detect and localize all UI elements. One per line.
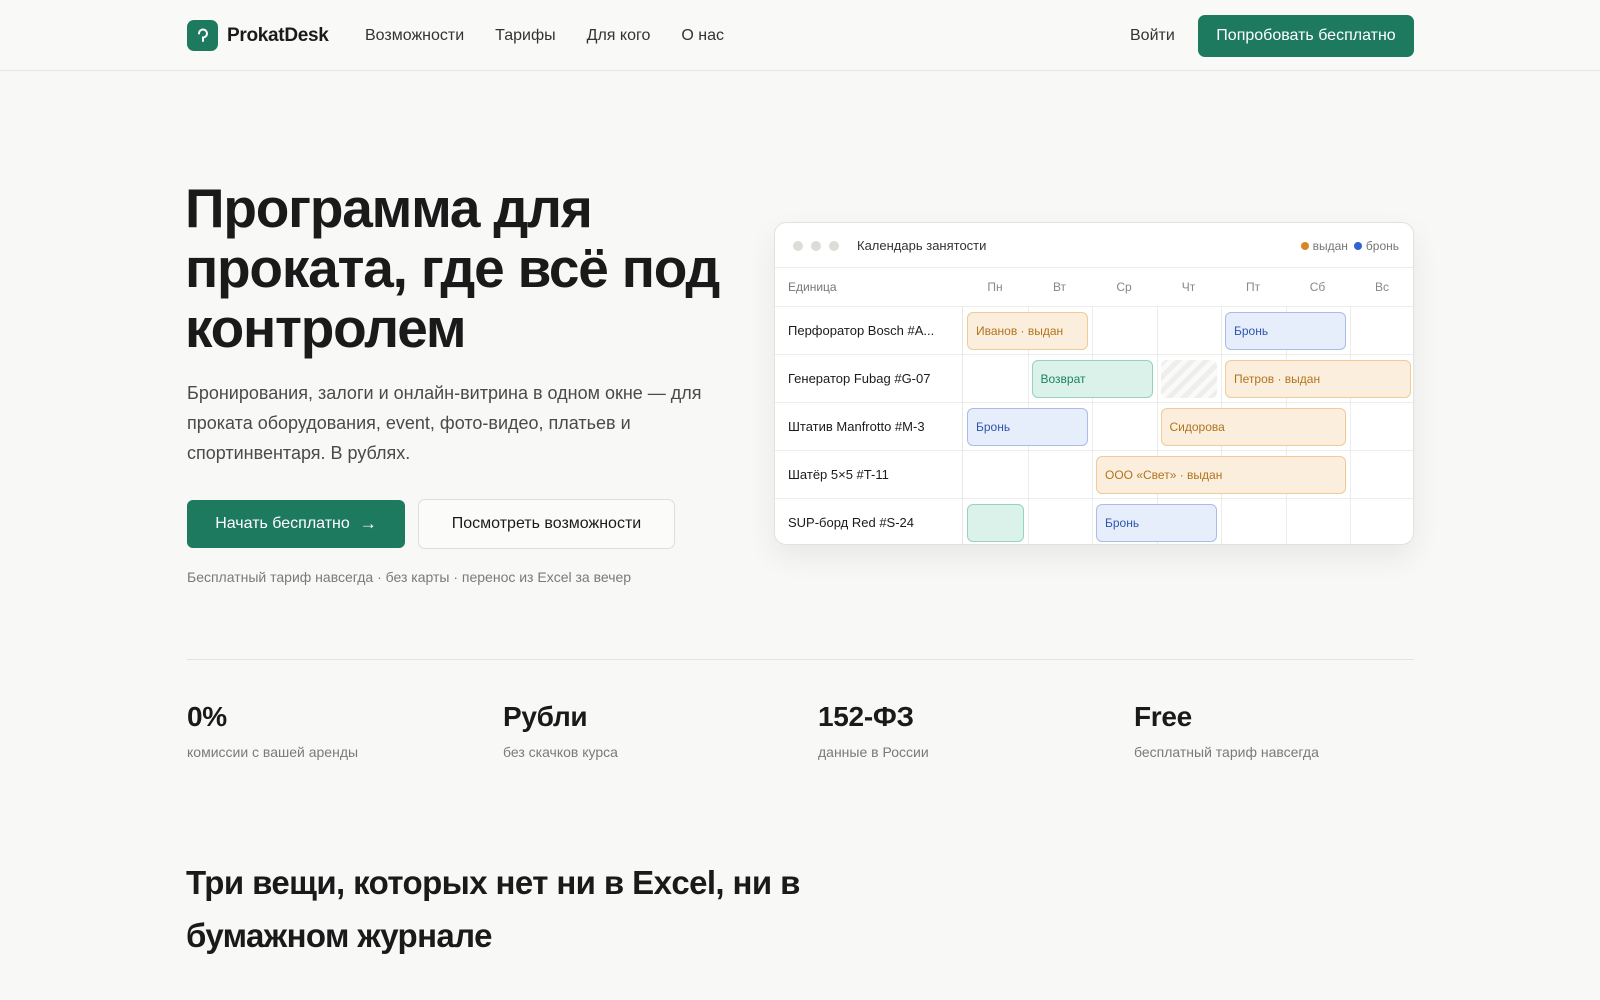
day-header: Пн <box>987 280 1003 294</box>
booking-bar[interactable]: Бронь <box>967 408 1088 446</box>
legend-dot-booked-icon <box>1353 242 1362 250</box>
stat-value: Free <box>1134 701 1192 732</box>
booking-bar[interactable]: ООО «Свет» · выдан <box>1096 456 1346 494</box>
calendar-row: Штатив Manfrotto #M-3 Бронь Сидорова <box>775 403 1413 451</box>
view-features-button[interactable]: Посмотреть возможности <box>418 499 675 549</box>
calendar-row: SUP-борд Red #S-24 Бронь <box>775 499 1413 544</box>
unit-label[interactable]: Перфоратор Bosch #A... <box>788 323 958 338</box>
calendar-row: Перфоратор Bosch #A... Иванов · выдан Брон… <box>775 307 1413 355</box>
logo-mark-icon <box>187 20 218 51</box>
stat-label: без скачков курса <box>503 744 618 760</box>
window-dot-icon <box>811 241 821 251</box>
legend-dot-issued-icon <box>1300 242 1309 250</box>
calendar-header: Календарь занятости выдан бронь <box>775 223 1413 268</box>
calendar-row: Генератор Fubag #G-07 Возврат Петров · выд… <box>775 355 1413 403</box>
calendar-title: Календарь занятости <box>857 238 987 253</box>
nav-link-audience[interactable]: Для кого <box>587 27 651 45</box>
unit-column-header: Единица <box>788 280 837 294</box>
calendar-column-headers: Единица Пн Вт Ср Чт Пт Сб Вс <box>775 268 1413 307</box>
stat-currency: Рубли без скачков курса <box>503 701 618 760</box>
nav-link-features[interactable]: Возможности <box>365 27 464 45</box>
brand-logo[interactable]: ProkatDesk <box>187 20 329 51</box>
brand-name: ProkatDesk <box>227 24 329 46</box>
hero-title: Программа для проката, где всё под контр… <box>185 177 720 359</box>
stat-label: комиссии с вашей аренды <box>187 744 359 760</box>
arrow-right-icon: → <box>359 514 377 533</box>
unit-label[interactable]: SUP-борд Red #S-24 <box>788 515 958 530</box>
login-link[interactable]: Войти <box>1130 27 1175 45</box>
section-title: Три вещи, которых нет ни в Excel, ни в б… <box>186 864 800 954</box>
legend-label-issued: выдан <box>1312 239 1348 253</box>
day-header: Пт <box>1245 280 1261 294</box>
stat-value: 0% <box>187 701 227 732</box>
booking-bar[interactable]: Бронь <box>1225 312 1346 350</box>
stat-commission: 0% комиссии с вашей аренды <box>187 701 358 760</box>
start-free-button[interactable]: Начать бесплатно → <box>187 500 405 548</box>
booking-bar[interactable] <box>967 504 1024 542</box>
booking-bar[interactable]: Возврат <box>1031 360 1153 398</box>
try-free-button[interactable]: Попробовать бесплатно <box>1198 15 1414 57</box>
stat-label: данные в России <box>818 744 929 760</box>
top-nav: ProkatDesk Возможности Тарифы Для кого О… <box>0 0 1600 71</box>
day-header: Ср <box>1116 280 1132 294</box>
day-header: Вс <box>1374 280 1389 294</box>
calendar-legend: выдан бронь <box>1300 239 1399 253</box>
window-dot-icon <box>829 241 839 251</box>
view-features-label: Посмотреть возможности <box>451 515 642 532</box>
unit-label[interactable]: Шатёр 5×5 #T-11 <box>788 467 958 482</box>
section-divider <box>187 659 1414 660</box>
unit-label[interactable]: Штатив Manfrotto #M-3 <box>788 419 958 434</box>
booking-bar[interactable]: Иванов · выдан <box>967 312 1088 350</box>
occupancy-calendar: Календарь занятости выдан бронь Единица … <box>774 222 1414 545</box>
start-free-label: Начать бесплатно <box>215 515 350 532</box>
stat-free: Free бесплатный тариф навсегда <box>1134 701 1319 760</box>
stat-law: 152-ФЗ данные в России <box>818 701 929 760</box>
calendar-row: Шатёр 5×5 #T-11 ООО «Свет» · выдан <box>775 451 1413 499</box>
booking-bar[interactable]: Бронь <box>1096 504 1217 542</box>
stat-value: 152-ФЗ <box>818 701 914 732</box>
booking-bar[interactable]: Сидорова <box>1160 408 1346 446</box>
day-header: Вт <box>1052 280 1067 294</box>
unit-label[interactable]: Генератор Fubag #G-07 <box>788 371 958 386</box>
day-header: Сб <box>1309 280 1326 294</box>
booking-bar[interactable]: Петров · выдан <box>1225 360 1411 398</box>
nav-links: Возможности Тарифы Для кого О нас <box>365 27 755 45</box>
nav-link-about[interactable]: О нас <box>681 27 724 45</box>
hero-note: Бесплатный тариф навсегда · без карты · … <box>187 569 632 585</box>
stat-value: Рубли <box>503 701 588 732</box>
day-header: Чт <box>1181 280 1196 294</box>
stat-label: бесплатный тариф навсегда <box>1134 744 1319 760</box>
nav-link-pricing[interactable]: Тарифы <box>495 27 555 45</box>
unavailable-block <box>1160 360 1217 398</box>
legend-label-booked: бронь <box>1365 239 1399 253</box>
window-dot-icon <box>793 241 803 251</box>
hero-subtitle: Бронирования, залоги и онлайн-витрина в … <box>187 383 702 463</box>
